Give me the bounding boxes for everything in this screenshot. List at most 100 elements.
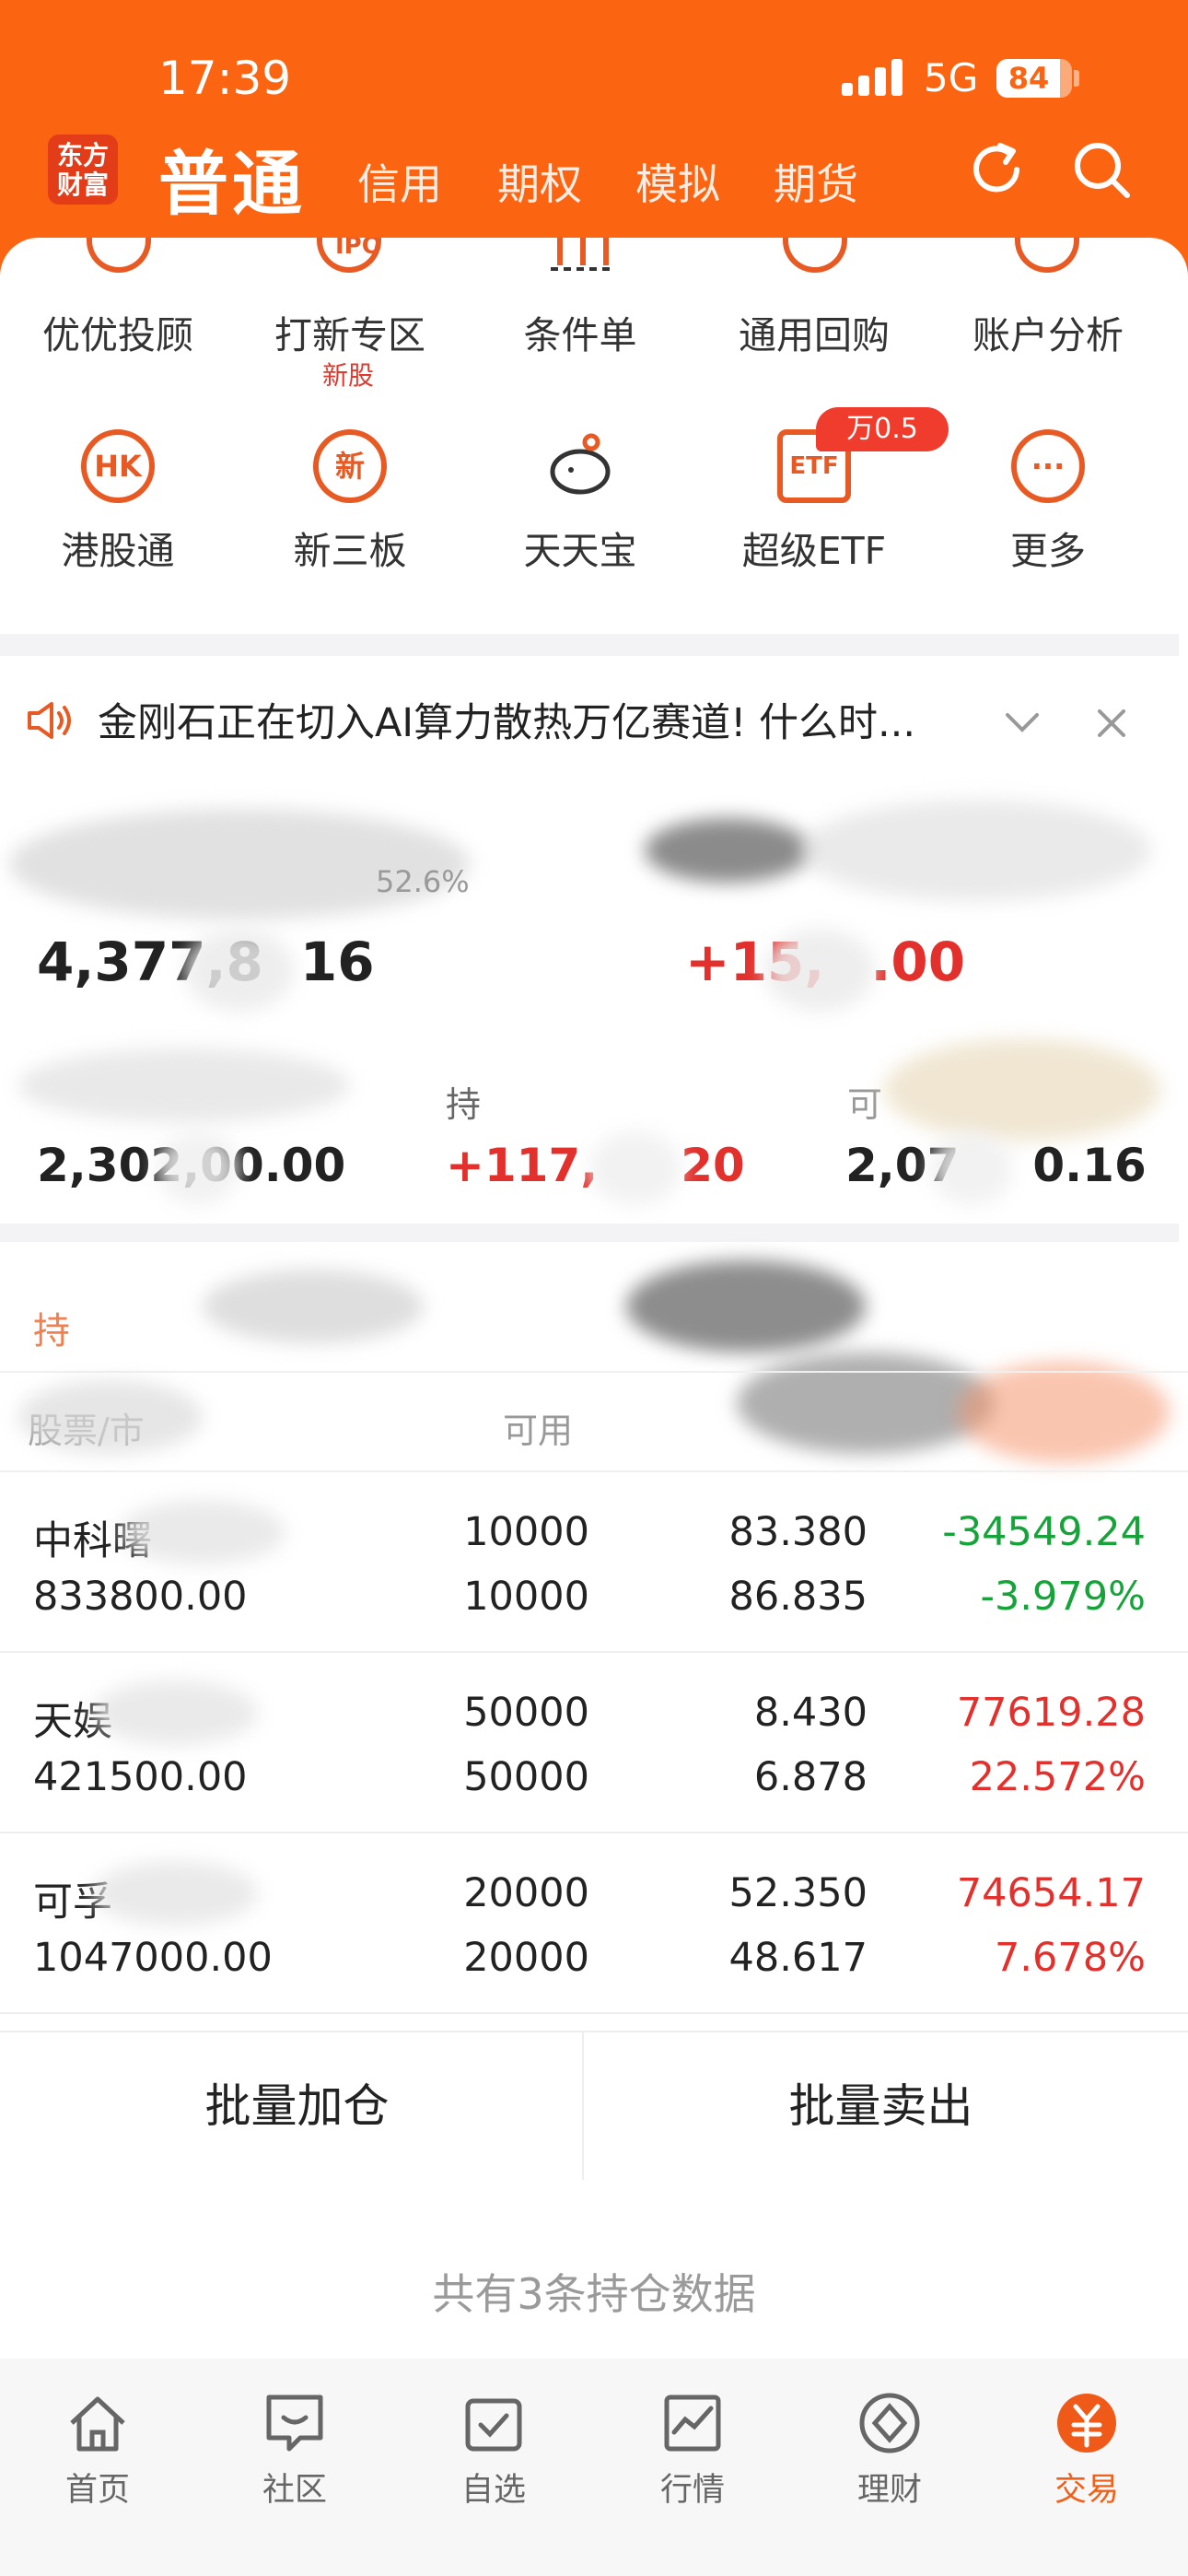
trade-icon	[1057, 2394, 1116, 2453]
stock-quantity: 20000	[463, 1870, 589, 1916]
neeq-icon: 新	[313, 429, 387, 503]
nav-trade[interactable]: 交易	[1022, 2392, 1151, 2511]
cellular-signal-icon	[842, 59, 906, 96]
menu-item-hk-connect[interactable]: HK 港股通	[7, 429, 228, 575]
repo-icon	[783, 238, 847, 273]
stock-pl-pct: 22.572%	[969, 1754, 1146, 1800]
menu-item-label: 天天宝	[523, 529, 637, 573]
nav-community[interactable]: 社区	[230, 2392, 359, 2511]
account-analysis-icon	[1015, 238, 1079, 273]
condition-order-icon	[551, 238, 615, 271]
menu-item-more[interactable]: ··· 更多	[938, 429, 1159, 575]
nav-watchlist[interactable]: 自选	[429, 2392, 558, 2511]
hold-pl-label: 持	[446, 1084, 482, 1125]
market-icon	[664, 2395, 721, 2452]
redaction-smudge	[884, 1039, 1160, 1141]
tab-options[interactable]: 期权	[497, 151, 582, 212]
nav-market[interactable]: 行情	[628, 2392, 757, 2511]
stock-market-value: 1047000.00	[33, 1935, 273, 1981]
stock-market-value: 833800.00	[33, 1574, 248, 1620]
redaction-smudge	[203, 1270, 424, 1343]
tab-normal[interactable]: 普通	[158, 127, 306, 228]
nav-label: 社区	[262, 2472, 327, 2509]
redaction-smudge	[18, 1380, 203, 1454]
holdings-section: 持 股票/市 可用 中科曙833800.00100001000083.38086…	[0, 1242, 1188, 2034]
speaker-icon	[28, 702, 71, 739]
stock-price: 8.430	[753, 1690, 868, 1736]
nav-home[interactable]: 首页	[33, 2392, 162, 2511]
etf-promo-badge: 万0.5	[816, 407, 949, 451]
holding-row[interactable]: 天娱 421500.00 50000 50000 8.430 6.878 77619.28 2…	[0, 1653, 1188, 1833]
battery-cap	[1074, 70, 1079, 87]
stock-quantity: 50000	[463, 1690, 589, 1736]
redaction-smudge	[157, 1131, 239, 1205]
app-logo: 东方 财富	[48, 135, 118, 205]
news-ticker[interactable]: 金刚石正在切入AI算力散热万亿赛道! 什么时...	[0, 656, 1188, 776]
more-icon: ···	[1011, 429, 1085, 503]
divider	[0, 1224, 1179, 1242]
status-time: 17:39	[158, 52, 292, 105]
network-type: 5G	[924, 55, 979, 100]
holdings-count-note: 共有3条持仓数据	[432, 2269, 756, 2319]
nav-label: 行情	[659, 2472, 725, 2509]
stock-price: 83.380	[728, 1509, 868, 1555]
batch-add-button[interactable]: 批量加仓	[0, 2032, 594, 2180]
menu-item-ipo[interactable]: 打新专区	[239, 304, 460, 359]
hk-connect-icon: HK	[81, 429, 155, 503]
battery-icon: 84	[996, 59, 1072, 98]
stock-market-value: 421500.00	[33, 1754, 248, 1800]
stock-pl: 74654.17	[956, 1870, 1146, 1916]
redaction-smudge	[92, 1861, 258, 1926]
stock-price: 52.350	[728, 1870, 868, 1916]
search-icon[interactable]	[1068, 136, 1135, 203]
menu-item-label: 更多	[1010, 529, 1086, 573]
account-summary: 52.6% 4,377,8 16 +15, .00 持 可 2,302,00.00 …	[0, 790, 1188, 1224]
tab-futures[interactable]: 期货	[774, 151, 858, 212]
menu-item-neeq[interactable]: 新 新三板	[239, 429, 460, 575]
redaction-smudge	[801, 800, 1151, 901]
stock-available-qty: 20000	[463, 1935, 589, 1981]
divider	[0, 634, 1179, 656]
menu-item-condition-order[interactable]: 条件单	[470, 304, 691, 359]
holding-row[interactable]: 可孚 1047000.00 20000 20000 52.350 48.617 74654.…	[0, 1833, 1188, 2014]
quick-menu-panel: IPO 优优投顾 打新专区 新股 条件单 通用回购 账户分析 HK 港股通 新 …	[0, 238, 1188, 634]
menu-item-repo[interactable]: 通用回购	[704, 304, 925, 359]
stock-cost: 6.878	[753, 1754, 868, 1800]
piggy-bank-icon	[550, 433, 611, 495]
menu-item-tiantianbao[interactable]: 天天宝	[470, 429, 691, 575]
redaction-smudge	[589, 1131, 681, 1205]
batch-sell-button[interactable]: 批量卖出	[584, 2032, 1178, 2180]
batch-actions: 批量加仓 批量卖出	[0, 2031, 1188, 2180]
menu-item-advisor[interactable]: 优优投顾	[7, 304, 228, 359]
bottom-nav: 首页 社区 自选 行情 理财 交易	[0, 2359, 1188, 2576]
close-icon[interactable]	[1096, 708, 1127, 739]
tab-credit[interactable]: 信用	[357, 151, 442, 212]
nav-label: 交易	[1054, 2472, 1119, 2509]
home-icon	[70, 2396, 125, 2452]
chevron-down-icon[interactable]	[1004, 711, 1041, 733]
community-icon	[266, 2395, 323, 2452]
wealth-icon	[859, 2393, 920, 2453]
stock-pl: -34549.24	[942, 1509, 1146, 1555]
redaction-smudge	[184, 929, 295, 1012]
ipo-icon-text: IPO	[335, 238, 382, 260]
nav-label: 理财	[856, 2472, 922, 2509]
refresh-icon[interactable]	[963, 136, 1030, 203]
stock-cost: 48.617	[728, 1935, 868, 1981]
redaction-smudge	[120, 1500, 285, 1564]
ipo-badge: 新股	[322, 360, 375, 391]
battery-level: 84	[1007, 61, 1050, 96]
menu-item-account-analysis[interactable]: 账户分析	[938, 304, 1159, 359]
advisor-icon	[87, 238, 151, 273]
app-header: 17:39 5G 84 东方 财富 普通 信用 期权 模拟 期货	[0, 0, 1188, 276]
tab-simulated[interactable]: 模拟	[635, 151, 720, 212]
nav-wealth[interactable]: 理财	[825, 2392, 954, 2511]
holding-row[interactable]: 中科曙 833800.00 10000 10000 83.380 86.835 -34549…	[0, 1472, 1188, 1653]
news-ticker-text: 金刚石正在切入AI算力散热万亿赛道! 什么时...	[98, 700, 916, 746]
redaction-smudge	[930, 1131, 1013, 1205]
stock-pl-pct: 7.678%	[995, 1935, 1146, 1981]
menu-item-label: 港股通	[61, 529, 175, 573]
redaction-smudge	[764, 929, 875, 1012]
watchlist-icon	[465, 2398, 522, 2452]
stock-quantity: 10000	[463, 1509, 589, 1555]
